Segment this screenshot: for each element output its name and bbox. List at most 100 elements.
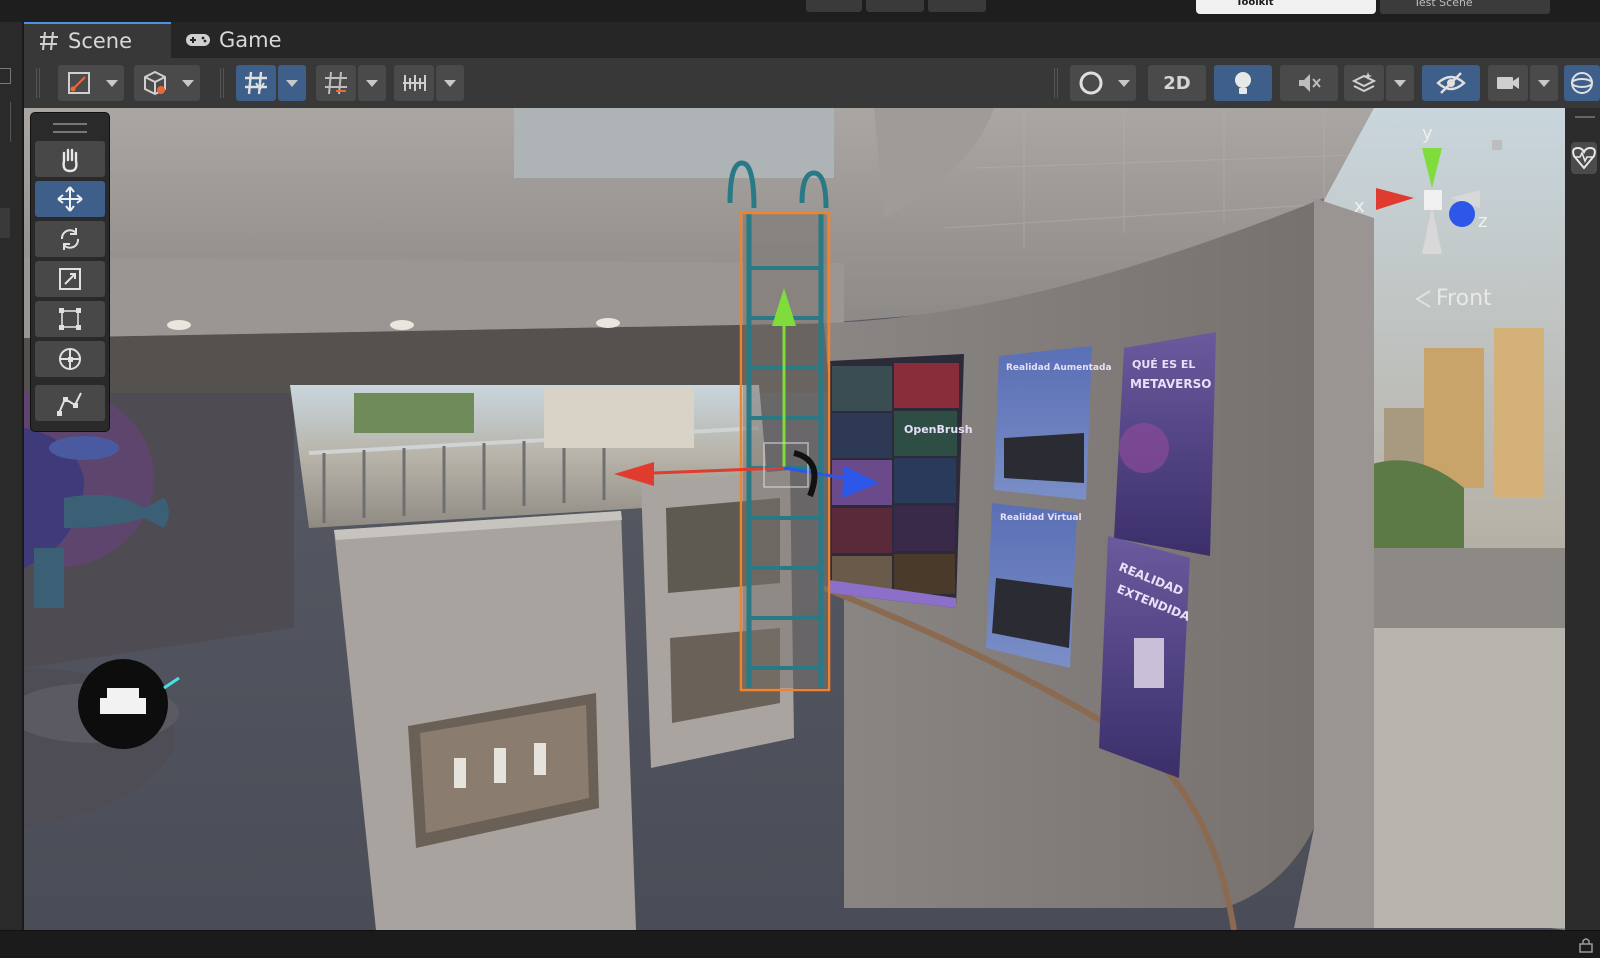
dock-tab-marker-2[interactable] bbox=[0, 208, 10, 238]
play-button[interactable] bbox=[806, 0, 862, 12]
right-dock-strip bbox=[1565, 108, 1600, 930]
scene-viewport[interactable]: OpenBrush Realidad Aumentada Realidad Vi… bbox=[24, 108, 1565, 930]
cloud-toolkit-button[interactable]: Toolkit bbox=[1196, 0, 1376, 14]
rotate-tool-button[interactable] bbox=[35, 221, 105, 257]
poster-realidad-virtual: Realidad Virtual bbox=[986, 503, 1082, 668]
scale-tool-button[interactable] bbox=[35, 261, 105, 297]
scene-visibility-toggle[interactable] bbox=[1422, 65, 1480, 101]
virtual-text: Realidad Virtual bbox=[1000, 513, 1082, 523]
status-bar bbox=[0, 930, 1600, 958]
draw-mode-dropdown[interactable] bbox=[58, 65, 124, 101]
move-tool-button[interactable] bbox=[35, 181, 105, 217]
gamepad-icon bbox=[186, 34, 210, 46]
effects-toggle[interactable] bbox=[1344, 65, 1384, 101]
orientation-gizmo[interactable] bbox=[1344, 126, 1524, 276]
camera-icon bbox=[1497, 77, 1519, 89]
selected-ladder bbox=[727, 160, 831, 692]
scene-render: OpenBrush Realidad Aumentada Realidad Vi… bbox=[24, 108, 1565, 930]
chevron-down-icon bbox=[366, 79, 378, 87]
increment-snap-dropdown[interactable] bbox=[436, 65, 464, 101]
transform-tool-button[interactable] bbox=[35, 341, 105, 377]
hand-icon bbox=[62, 148, 78, 173]
chevron-down-icon bbox=[1538, 79, 1550, 87]
gizmo-axis-z-label: z bbox=[1478, 211, 1488, 232]
health-monitor-button[interactable] bbox=[1571, 142, 1597, 174]
poster-metaverso: QUÉ ES EL METAVERSO bbox=[1114, 332, 1216, 556]
overlay-grip[interactable] bbox=[53, 123, 87, 133]
toolbar-separator bbox=[220, 68, 224, 98]
pause-button[interactable] bbox=[866, 0, 924, 12]
sphere-icon bbox=[1079, 71, 1102, 95]
aumentada-text: Realidad Aumentada bbox=[1006, 363, 1112, 373]
grid-snapping-toggle[interactable] bbox=[236, 65, 276, 101]
dock-tab-divider bbox=[0, 102, 11, 142]
poster-realidad-extendida: REALIDAD EXTENDIDA bbox=[1099, 536, 1193, 778]
gizmo-axis-x-label: x bbox=[1354, 196, 1365, 217]
tab-game[interactable]: Game bbox=[171, 22, 301, 58]
test-scene-button[interactable]: Test Scene bbox=[1380, 0, 1550, 14]
toggle-2d-button[interactable]: 2D bbox=[1148, 65, 1206, 101]
grid-visibility-toggle[interactable] bbox=[316, 65, 356, 101]
hash-grid-icon bbox=[40, 31, 58, 51]
heart-pulse-icon bbox=[1572, 146, 1596, 170]
cube-icon bbox=[143, 70, 166, 96]
gizmos-toggle[interactable] bbox=[1564, 65, 1600, 101]
draw-mode-icon bbox=[67, 72, 90, 94]
grid-snap-icon bbox=[245, 71, 267, 95]
overlay-menu-grip[interactable] bbox=[1575, 116, 1595, 118]
cloud-toolkit-label: Toolkit bbox=[1236, 0, 1274, 8]
tools-overlay bbox=[30, 112, 110, 432]
rect-transform-icon bbox=[59, 308, 81, 330]
effects-layers-icon bbox=[1351, 72, 1377, 93]
chevron-down-icon bbox=[181, 79, 194, 87]
lock-icon[interactable] bbox=[1578, 937, 1594, 953]
scene-toolbar: 2D bbox=[24, 58, 1600, 109]
custom-tool-icon bbox=[57, 392, 82, 416]
lighting-toggle[interactable] bbox=[1214, 65, 1272, 101]
toolbar-separator bbox=[36, 68, 40, 98]
rotate-icon bbox=[60, 228, 80, 250]
custom-tool-button[interactable] bbox=[35, 385, 105, 421]
camera-settings-button[interactable] bbox=[1488, 65, 1528, 101]
left-dock-strip bbox=[0, 22, 22, 932]
grid-snapping-dropdown[interactable] bbox=[278, 65, 306, 101]
grid-icon bbox=[325, 71, 347, 95]
chevron-down-icon bbox=[1117, 79, 1130, 87]
top-bar: Toolkit Test Scene bbox=[0, 0, 1600, 22]
render-mode-dropdown[interactable] bbox=[134, 65, 200, 101]
audio-toggle[interactable] bbox=[1280, 65, 1338, 101]
gizmo-orbit-icon bbox=[1571, 72, 1593, 94]
dock-tab-marker[interactable] bbox=[0, 68, 11, 84]
chevron-down-icon bbox=[105, 79, 118, 87]
effects-dropdown[interactable] bbox=[1386, 65, 1414, 101]
editor-tab-bar: Scene Game bbox=[24, 22, 1600, 58]
rect-tool-button[interactable] bbox=[35, 301, 105, 337]
view-orientation-text: Front bbox=[1436, 286, 1492, 311]
transform-icon bbox=[59, 348, 81, 370]
camera-settings-dropdown[interactable] bbox=[1530, 65, 1558, 101]
step-button[interactable] bbox=[928, 0, 986, 12]
increment-snap-toggle[interactable] bbox=[394, 65, 434, 101]
scale-icon bbox=[59, 268, 81, 290]
toolbar-separator bbox=[1054, 68, 1058, 98]
metaverso-title2: METAVERSO bbox=[1130, 377, 1211, 391]
chevron-down-icon bbox=[444, 79, 456, 87]
grid-visibility-dropdown[interactable] bbox=[358, 65, 386, 101]
toggle-2d-label: 2D bbox=[1163, 72, 1191, 94]
view-tool-button[interactable] bbox=[35, 141, 105, 177]
ruler-icon bbox=[403, 75, 426, 91]
move-arrows-icon bbox=[57, 186, 83, 212]
chevron-left-icon bbox=[1415, 289, 1431, 308]
openbrush-text: OpenBrush bbox=[904, 423, 973, 436]
chevron-down-icon bbox=[1394, 79, 1406, 87]
shading-mode-dropdown[interactable] bbox=[1070, 65, 1136, 101]
chevron-down-icon bbox=[286, 79, 298, 87]
gizmo-axis-y-label: y bbox=[1422, 123, 1433, 144]
tab-scene[interactable]: Scene bbox=[24, 22, 171, 58]
view-orientation-label[interactable]: Front bbox=[1414, 286, 1492, 311]
tab-game-label: Game bbox=[219, 28, 282, 52]
hidden-eye-icon bbox=[1436, 72, 1466, 94]
test-scene-label: Test Scene bbox=[1414, 0, 1473, 9]
tab-scene-label: Scene bbox=[68, 29, 133, 53]
mute-icon bbox=[1299, 74, 1321, 92]
